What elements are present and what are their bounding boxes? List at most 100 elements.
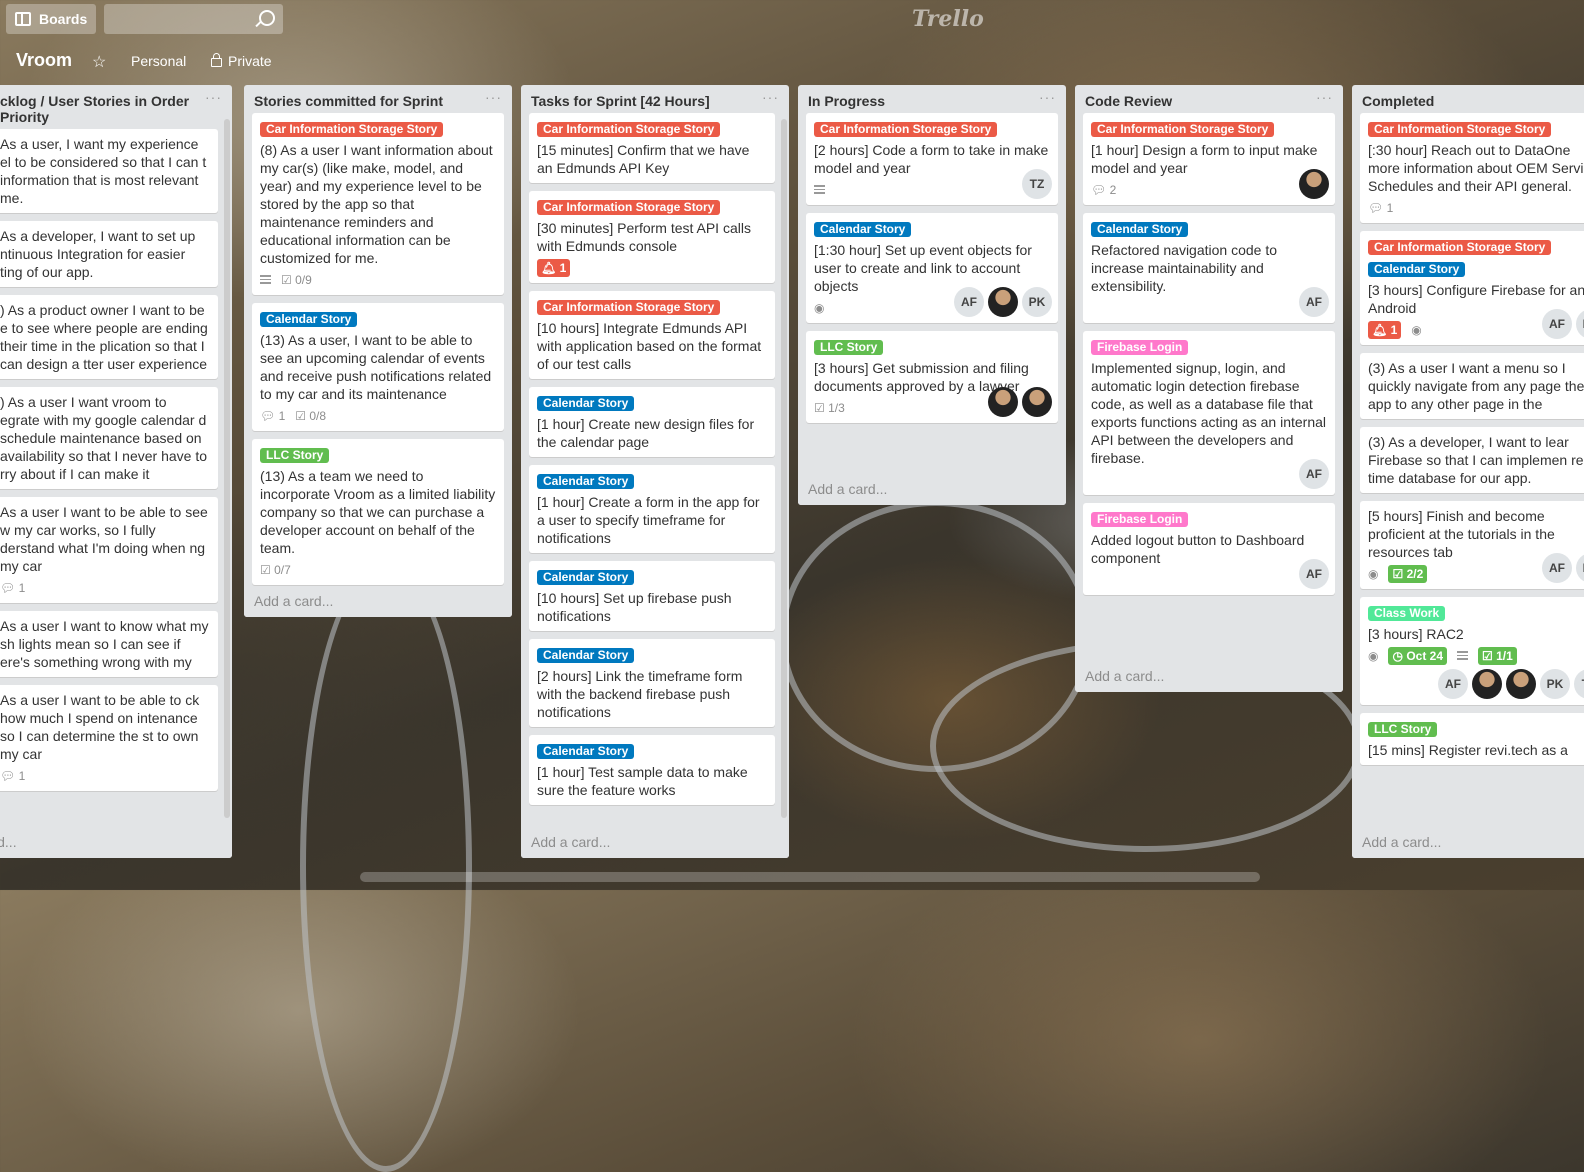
add-card-button[interactable]: Add a card...: [1352, 828, 1584, 858]
add-card-button[interactable]: Add a card...: [1075, 662, 1343, 692]
card[interactable]: Car Information Storage Story [1 hour] De…: [1083, 113, 1335, 205]
card-label: Class Work: [1368, 606, 1446, 621]
card[interactable]: (3) As a developer, I want to lear Fireb…: [1360, 427, 1584, 493]
card-label: LLC Story: [814, 340, 884, 355]
member-avatar[interactable]: AF: [1299, 559, 1329, 589]
boards-button[interactable]: Boards: [6, 4, 96, 34]
description-icon: [1457, 651, 1468, 660]
card[interactable]: As a user I want to be able to see w my …: [0, 497, 218, 603]
card[interactable]: Car Information Storage Story [10 hours] …: [529, 291, 775, 379]
watch-badge: ◉: [814, 299, 824, 317]
card-title: (13) As a user, I want to be able to see…: [260, 332, 492, 402]
watch-badge: ◉: [1411, 321, 1421, 339]
card[interactable]: (3) As a user I want a menu so I quickly…: [1360, 353, 1584, 419]
card[interactable]: As a developer, I want to set up ntinuou…: [0, 221, 218, 287]
member-avatar[interactable]: [1022, 387, 1052, 417]
board-visibility-button[interactable]: Private: [211, 53, 272, 69]
member-avatar[interactable]: AF: [1438, 669, 1468, 699]
card[interactable]: Car Information Storage Story [2 hours] C…: [806, 113, 1058, 205]
star-icon[interactable]: ☆: [92, 52, 106, 72]
member-avatar[interactable]: AF: [1542, 309, 1572, 339]
card[interactable]: Car Information Storage Story (8) As a us…: [252, 113, 504, 295]
card-badges: ☑ 0/9: [260, 271, 496, 289]
search-icon[interactable]: [259, 10, 275, 26]
checklist-badge: ☑ 0/7: [260, 561, 291, 579]
card[interactable]: Firebase Login Added logout button to Das…: [1083, 503, 1335, 595]
card[interactable]: Calendar Story [1 hour] Create new design…: [529, 387, 775, 457]
card[interactable]: Calendar Story Refactored navigation code…: [1083, 213, 1335, 323]
member-avatar[interactable]: AF: [1299, 459, 1329, 489]
board-team-button[interactable]: Personal: [131, 53, 186, 69]
member-avatar[interactable]: TZ: [1574, 669, 1584, 699]
add-card-button[interactable]: a card...: [0, 828, 232, 858]
card-title: [1 hour] Test sample data to make sure t…: [537, 764, 748, 798]
card-label: Car Information Storage Story: [537, 300, 721, 315]
list-scrollbar[interactable]: [224, 119, 230, 818]
list-title[interactable]: Code Review: [1075, 85, 1343, 113]
search-input[interactable]: [104, 4, 283, 34]
list-title[interactable]: cklog / User Stories in Order Priority: [0, 85, 232, 129]
card[interactable]: Car Information Storage Story [15 minutes…: [529, 113, 775, 183]
list-menu-icon[interactable]: ···: [1316, 89, 1333, 105]
member-avatar[interactable]: PK: [1540, 669, 1570, 699]
list-title[interactable]: Completed: [1352, 85, 1584, 113]
member-avatar[interactable]: [988, 287, 1018, 317]
card[interactable]: Calendar Story (13) As a user, I want to …: [252, 303, 504, 431]
list-title[interactable]: Stories committed for Sprint: [244, 85, 512, 113]
member-avatar[interactable]: PK: [1576, 309, 1584, 339]
member-avatar[interactable]: [988, 387, 1018, 417]
card-label: Calendar Story: [537, 648, 635, 663]
card[interactable]: Class Work [3 hours] RAC2 ◉ ◷ Oct 24 ☑ 1/1 AF…: [1360, 597, 1584, 705]
card[interactable]: Firebase Login Implemented signup, login,…: [1083, 331, 1335, 495]
card[interactable]: As a user, I want my experience el to be…: [0, 129, 218, 213]
card[interactable]: Car Information Storage Story Calendar St…: [1360, 231, 1584, 345]
card[interactable]: [5 hours] Finish and become proficient a…: [1360, 501, 1584, 589]
card[interactable]: Calendar Story [1 hour] Test sample data …: [529, 735, 775, 805]
card[interactable]: ) As a user I want vroom to egrate with …: [0, 387, 218, 489]
card[interactable]: As a user I want to know what my sh ligh…: [0, 611, 218, 677]
member-avatar[interactable]: [1506, 669, 1536, 699]
list-title[interactable]: In Progress: [798, 85, 1066, 113]
eye-icon: ◉: [1411, 323, 1422, 337]
list-menu-icon[interactable]: ···: [205, 89, 222, 105]
list-menu-icon[interactable]: ···: [762, 89, 779, 105]
add-card-button[interactable]: Add a card...: [244, 587, 512, 617]
add-card-button[interactable]: Add a card...: [798, 475, 1066, 505]
card-label: Firebase Login: [1091, 340, 1189, 355]
add-card-button[interactable]: Add a card...: [521, 828, 789, 858]
member-avatar[interactable]: AF: [1299, 287, 1329, 317]
member-avatar[interactable]: AF: [1542, 553, 1572, 583]
card[interactable]: LLC Story (13) As a team we need to incor…: [252, 439, 504, 585]
card[interactable]: Calendar Story [1:30 hour] Set up event o…: [806, 213, 1058, 323]
card[interactable]: Calendar Story [2 hours] Link the timefra…: [529, 639, 775, 727]
board-title[interactable]: Vroom: [16, 50, 72, 71]
member-avatar[interactable]: AF: [954, 287, 984, 317]
alert-badge: 🔔︎ 1: [1368, 321, 1402, 339]
card[interactable]: Car Information Storage Story [:30 hour] …: [1360, 113, 1584, 223]
eye-icon: ◉: [1368, 567, 1379, 581]
list-title[interactable]: Tasks for Sprint [42 Hours]: [521, 85, 789, 113]
card[interactable]: LLC Story [3 hours] Get submission and fi…: [806, 331, 1058, 423]
alert-badge-value: 1: [1390, 323, 1398, 337]
card-title: [10 hours] Set up firebase push notifica…: [537, 590, 732, 624]
card[interactable]: LLC Story [15 mins] Register revi.tech as…: [1360, 713, 1584, 765]
card[interactable]: Calendar Story [10 hours] Set up firebase…: [529, 561, 775, 631]
card[interactable]: Car Information Storage Story [30 minutes…: [529, 191, 775, 283]
horizontal-scrollbar[interactable]: [360, 872, 1260, 882]
card[interactable]: As a user I want to be able to ck how mu…: [0, 685, 218, 791]
trello-logo[interactable]: Trello: [912, 6, 984, 32]
card[interactable]: ) As a product owner I want to be e to s…: [0, 295, 218, 379]
card[interactable]: Calendar Story [1 hour] Create a form in …: [529, 465, 775, 553]
member-avatar[interactable]: [1472, 669, 1502, 699]
list-scrollbar[interactable]: [781, 119, 787, 818]
boards-label: Boards: [39, 11, 88, 27]
member-avatar[interactable]: TZ: [1022, 169, 1052, 199]
member-avatar[interactable]: [1299, 169, 1329, 199]
list-menu-icon[interactable]: ···: [1039, 89, 1056, 105]
card-list: As a user, I want my experience el to be…: [0, 129, 232, 791]
member-avatar[interactable]: PK: [1022, 287, 1052, 317]
description-badge: [260, 271, 271, 289]
comment-badge-value: 2: [1109, 183, 1117, 197]
list-menu-icon[interactable]: ···: [485, 89, 502, 105]
member-avatar[interactable]: PK: [1576, 553, 1584, 583]
